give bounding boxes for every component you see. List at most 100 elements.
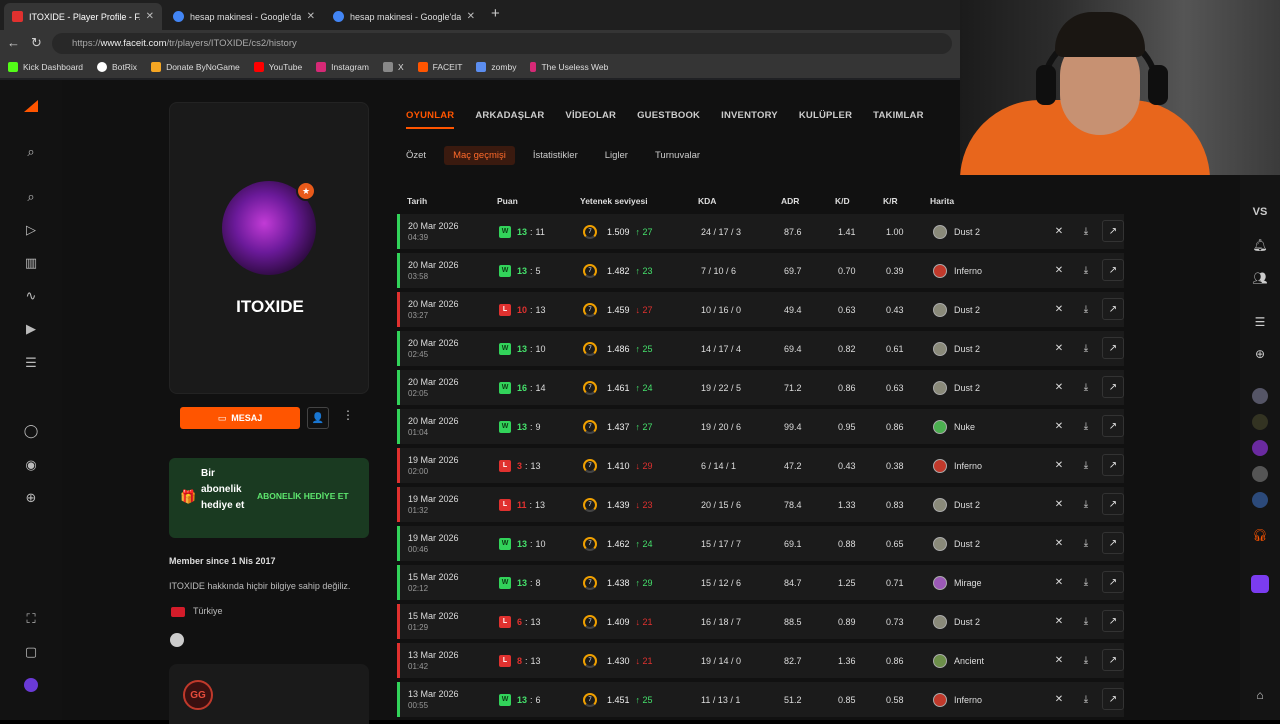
table-row[interactable]: 13 Mar 2026 01:42 L 8 : 13 7 1.430 ↓ 21 … — [397, 643, 1124, 678]
tab-kulupler[interactable]: KULÜPLER — [799, 110, 852, 129]
bag-icon[interactable]: ▢ — [22, 643, 40, 661]
app-icon[interactable] — [1250, 574, 1270, 594]
headset-icon[interactable]: 🎧︎ — [1250, 525, 1270, 545]
download-icon[interactable]: ⤓ — [1075, 532, 1097, 554]
party-icon[interactable]: ☰ — [1250, 312, 1270, 332]
browser-tab-faceit[interactable]: ITOXIDE - Player Profile - FACEIT.c ✕ — [4, 3, 162, 30]
table-row[interactable]: 15 Mar 2026 02:12 W 13 : 8 7 1.438 ↑ 29 … — [397, 565, 1124, 600]
open-external-icon[interactable]: ↗ — [1102, 688, 1124, 710]
friend-avatar[interactable] — [1250, 386, 1270, 406]
open-external-icon[interactable]: ↗ — [1102, 337, 1124, 359]
compare-icon[interactable]: ✕ — [1048, 376, 1070, 398]
team-logo[interactable]: GG — [183, 680, 213, 710]
faceit-logo-icon[interactable] — [24, 100, 38, 112]
tab-guestbook[interactable]: GUESTBOOK — [637, 110, 700, 129]
gift-subscription-button[interactable]: ABONELİK HEDİYE ET — [257, 491, 349, 501]
table-row[interactable]: 15 Mar 2026 01:29 L 6 : 13 7 1.409 ↓ 21 … — [397, 604, 1124, 639]
find-players-icon[interactable]: ⌕ — [22, 188, 40, 206]
download-icon[interactable]: ⤓ — [1075, 298, 1097, 320]
table-row[interactable]: 13 Mar 2026 00:55 W 13 : 6 7 1.451 ↑ 25 … — [397, 682, 1124, 717]
compare-icon[interactable]: ✕ — [1048, 688, 1070, 710]
download-icon[interactable]: ⤓ — [1075, 649, 1097, 671]
message-button[interactable]: ▭ MESAJ — [180, 407, 300, 429]
friend-avatar[interactable] — [1250, 490, 1270, 510]
new-tab-plus-icon[interactable]: + — [491, 5, 500, 22]
bookmark-zomby[interactable]: zomby — [476, 62, 516, 72]
browser-tab-google-1[interactable]: hesap makinesi - Google'da Ara ✕ — [165, 3, 323, 30]
open-external-icon[interactable]: ↗ — [1102, 220, 1124, 242]
download-icon[interactable]: ⤓ — [1075, 688, 1097, 710]
subtab-ozet[interactable]: Özet — [397, 146, 435, 165]
download-icon[interactable]: ⤓ — [1075, 259, 1097, 281]
table-row[interactable]: 20 Mar 2026 01:04 W 13 : 9 7 1.437 ↑ 27 … — [397, 409, 1124, 444]
subtab-turnuvalar[interactable]: Turnuvalar — [646, 146, 709, 165]
add-icon[interactable]: ⊕ — [22, 489, 40, 507]
table-row[interactable]: 20 Mar 2026 03:27 L 10 : 13 7 1.459 ↓ 27… — [397, 292, 1124, 327]
close-icon[interactable]: ✕ — [140, 11, 154, 22]
open-external-icon[interactable]: ↗ — [1102, 493, 1124, 515]
close-icon[interactable]: ✕ — [301, 11, 315, 22]
browser-tab-google-2[interactable]: hesap makinesi - Google'da Ara ✕ — [325, 3, 483, 30]
table-row[interactable]: 19 Mar 2026 02:00 L 3 : 13 7 1.410 ↓ 29 … — [397, 448, 1124, 483]
table-row[interactable]: 19 Mar 2026 01:32 L 11 : 13 7 1.439 ↓ 23… — [397, 487, 1124, 522]
bookmark-youtube[interactable]: YouTube — [253, 62, 302, 72]
subtab-ligler[interactable]: Ligler — [596, 146, 637, 165]
table-row[interactable]: 20 Mar 2026 02:05 W 16 : 14 7 1.461 ↑ 24… — [397, 370, 1124, 405]
bookmark-faceit[interactable]: FACEIT — [417, 62, 462, 72]
hub-icon[interactable]: ◉ — [22, 456, 40, 474]
chat-icon[interactable]: ⌂ — [1250, 685, 1270, 705]
compare-icon[interactable]: ✕ — [1048, 415, 1070, 437]
friend-avatar[interactable] — [1250, 412, 1270, 432]
vs-label[interactable]: VS — [1250, 202, 1270, 222]
open-external-icon[interactable]: ↗ — [1102, 415, 1124, 437]
download-icon[interactable]: ⤓ — [1075, 376, 1097, 398]
list-icon[interactable]: ☰ — [22, 354, 40, 372]
compare-icon[interactable]: ✕ — [1048, 493, 1070, 515]
tab-oyunlar[interactable]: OYUNLAR — [406, 110, 455, 129]
open-external-icon[interactable]: ↗ — [1102, 376, 1124, 398]
subtab-istatistikler[interactable]: İstatistikler — [524, 146, 587, 165]
download-icon[interactable]: ⤓ — [1075, 415, 1097, 437]
search-icon[interactable]: ⌕ — [22, 143, 40, 161]
compare-icon[interactable]: ✕ — [1048, 649, 1070, 671]
friend-avatar[interactable] — [1250, 464, 1270, 484]
download-icon[interactable]: ⤓ — [1075, 337, 1097, 359]
bookmark-useless-web[interactable]: The Useless Web — [530, 62, 608, 72]
compare-icon[interactable]: ✕ — [1048, 571, 1070, 593]
tab-arkadaslar[interactable]: ARKADAŞLAR — [475, 110, 544, 129]
video-icon[interactable]: ▶ — [22, 320, 40, 338]
open-external-icon[interactable]: ↗ — [1102, 571, 1124, 593]
table-row[interactable]: 20 Mar 2026 02:45 W 13 : 10 7 1.486 ↑ 25… — [397, 331, 1124, 366]
tab-takimlar[interactable]: TAKIMLAR — [873, 110, 924, 129]
download-icon[interactable]: ⤓ — [1075, 454, 1097, 476]
download-icon[interactable]: ⤓ — [1075, 610, 1097, 632]
compare-icon[interactable]: ✕ — [1048, 220, 1070, 242]
close-icon[interactable]: ✕ — [461, 11, 475, 22]
download-icon[interactable]: ⤓ — [1075, 493, 1097, 515]
table-row[interactable]: 19 Mar 2026 00:46 W 13 : 10 7 1.462 ↑ 24… — [397, 526, 1124, 561]
reload-icon[interactable]: ↻ — [31, 35, 42, 51]
open-external-icon[interactable]: ↗ — [1102, 259, 1124, 281]
friend-request-button[interactable]: 👤 — [307, 407, 329, 429]
bookmark-x[interactable]: X — [382, 62, 404, 72]
bookmark-instagram[interactable]: Instagram — [316, 62, 369, 72]
table-row[interactable]: 20 Mar 2026 03:58 W 13 : 5 7 1.482 ↑ 23 … — [397, 253, 1124, 288]
steam-icon[interactable] — [170, 633, 184, 647]
friends-icon[interactable]: 👥︎ — [1250, 268, 1270, 288]
download-icon[interactable]: ⤓ — [1075, 571, 1097, 593]
compare-icon[interactable]: ✕ — [1048, 610, 1070, 632]
compare-icon[interactable]: ✕ — [1048, 454, 1070, 476]
compare-icon[interactable]: ✕ — [1048, 532, 1070, 554]
bookmark-donate[interactable]: Donate ByNoGame — [151, 62, 240, 72]
user-avatar-icon[interactable] — [22, 676, 40, 694]
friend-avatar[interactable] — [1250, 438, 1270, 458]
open-external-icon[interactable]: ↗ — [1102, 454, 1124, 476]
bookmark-kick-dashboard[interactable]: Kick Dashboard — [8, 62, 83, 72]
subtab-mac-gecmisi[interactable]: Maç geçmişi — [444, 146, 515, 165]
stats-icon[interactable]: ∿ — [22, 287, 40, 305]
expand-icon[interactable]: ⛶ — [22, 610, 40, 628]
compare-icon[interactable]: ✕ — [1048, 298, 1070, 320]
compare-icon[interactable]: ✕ — [1048, 337, 1070, 359]
play-icon[interactable]: ▷ — [22, 221, 40, 239]
table-row[interactable]: 20 Mar 2026 04:39 W 13 : 11 7 1.509 ↑ 27… — [397, 214, 1124, 249]
